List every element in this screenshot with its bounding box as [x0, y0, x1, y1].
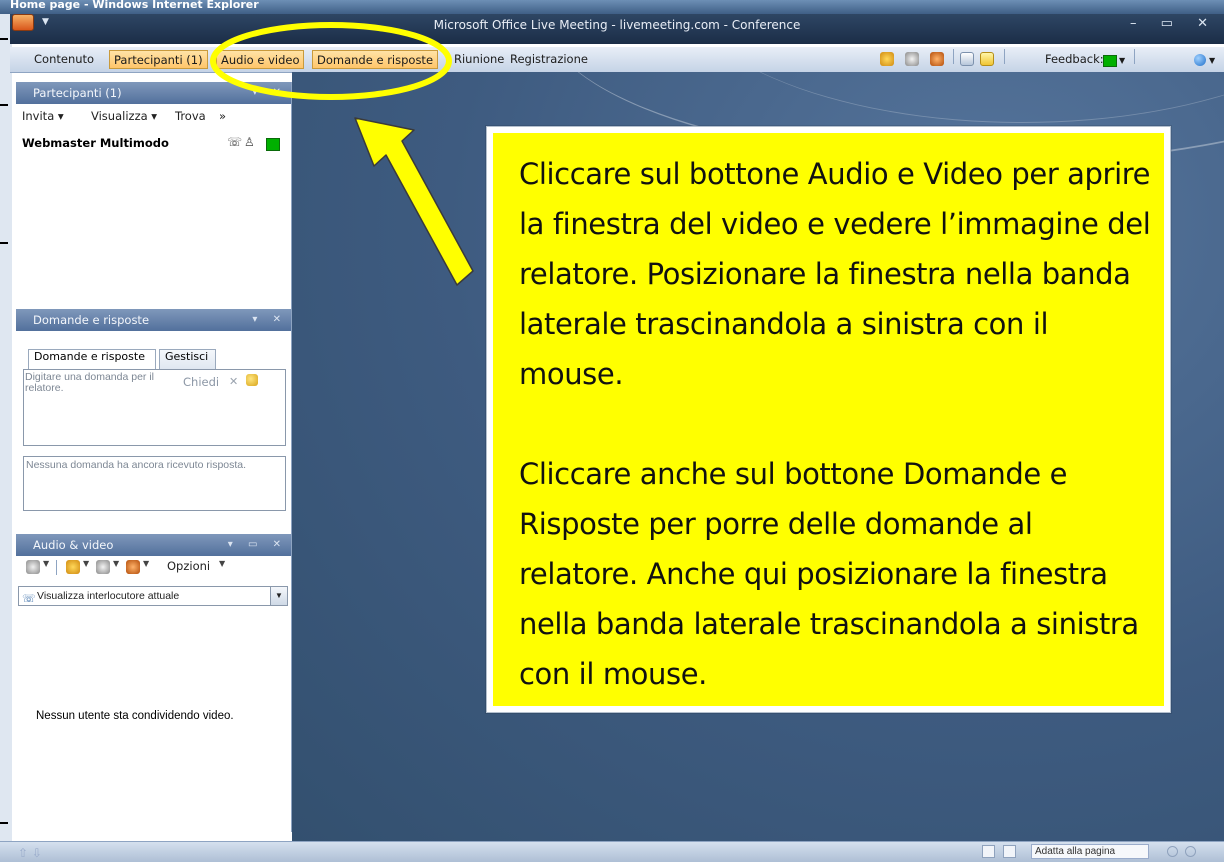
- status-bar: ⇧ ⇩ Adatta alla pagina: [0, 841, 1224, 862]
- fit-icon[interactable]: [1003, 845, 1016, 858]
- highlight-ellipse: [210, 22, 452, 100]
- page-icon[interactable]: [982, 845, 995, 858]
- zoom-select[interactable]: Adatta alla pagina: [1031, 844, 1149, 859]
- annotation-overlay: [210, 22, 474, 286]
- zoom-out-icon[interactable]: [1167, 846, 1178, 857]
- pointer-arrow: [354, 117, 474, 286]
- zoom-in-icon[interactable]: [1185, 846, 1196, 857]
- page-navigation-icon[interactable]: ⇧ ⇩: [18, 846, 42, 860]
